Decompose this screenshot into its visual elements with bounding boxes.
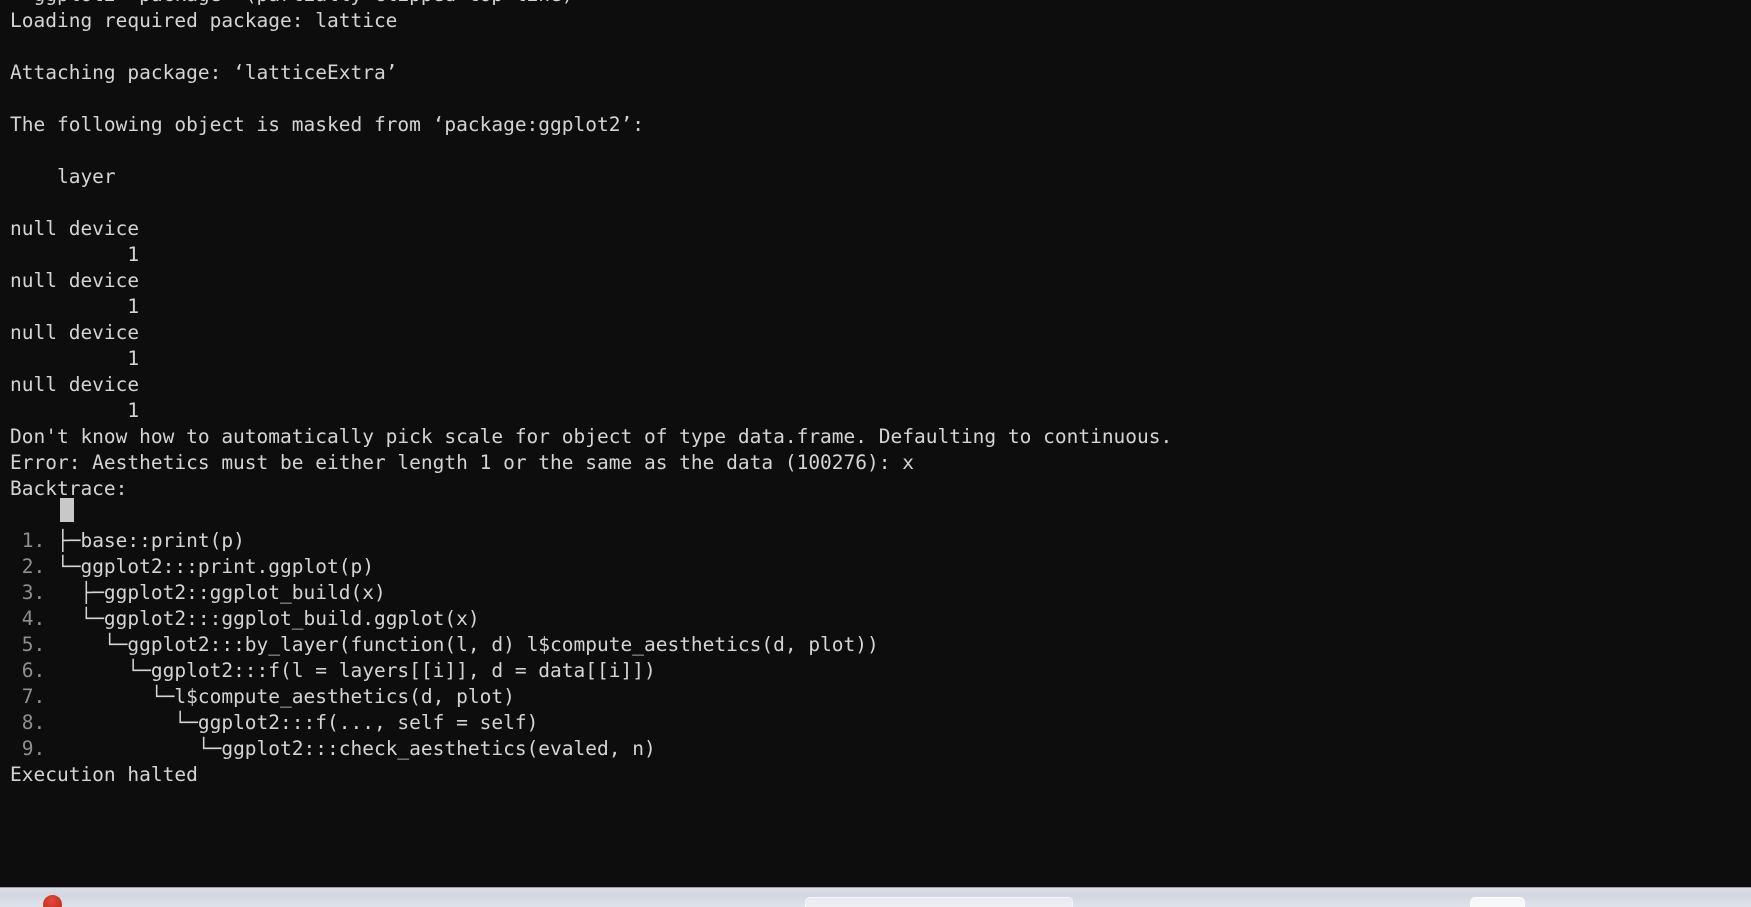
backtrace-call: └─ggplot2:::f(..., self = self) (56, 711, 539, 734)
backtrace-call: └─l$compute_aesthetics(d, plot) (56, 685, 515, 708)
terminal-output: ggplot2 package (partially clipped top l… (0, 0, 1751, 788)
backtrace-call: └─ggplot2:::check_aesthetics(evaled, n) (56, 737, 656, 760)
terminal-window[interactable]: ggplot2 package (partially clipped top l… (0, 0, 1751, 887)
backtrace-row: 5. └─ggplot2:::by_layer(function(l, d) l… (10, 632, 1751, 658)
backtrace-row: 7. └─l$compute_aesthetics(d, plot) (10, 684, 1751, 710)
backtrace-row: 1. ├─base::print(p) (10, 528, 1751, 554)
backtrace-row: 2. └─ggplot2:::print.ggplot(p) (10, 554, 1751, 580)
terminal-line: Attaching package: ‘latticeExtra’ (10, 61, 398, 84)
backtrace-index: 6. (10, 659, 57, 682)
backtrace-index: 7. (10, 685, 57, 708)
taskbar-sheen (0, 888, 1751, 896)
backtrace-index: 8. (10, 711, 57, 734)
terminal-line: Loading required package: lattice (10, 9, 398, 32)
terminal-line: layer (10, 165, 116, 188)
backtrace-call: ├─ggplot2::ggplot_build(x) (56, 581, 386, 604)
terminal-line: 1 (10, 243, 140, 266)
backtrace-call: ├─base::print(p) (56, 529, 245, 552)
backtrace-row: 3. ├─ggplot2::ggplot_build(x) (10, 580, 1751, 606)
backtrace-row: 6. └─ggplot2:::f(l = layers[[i]], d = da… (10, 658, 1751, 684)
backtrace-index: 5. (10, 633, 57, 656)
backtrace-row: 8. └─ggplot2:::f(..., self = self) (10, 710, 1751, 736)
terminal-line: null device (10, 269, 140, 292)
backtrace-index: 9. (10, 737, 57, 760)
backtrace-index: 1. (10, 529, 57, 552)
terminal-backtrace-header: Backtrace: (10, 477, 128, 500)
terminal-line: 1 (10, 295, 140, 318)
taskbar-window-panel-center[interactable] (805, 897, 1073, 907)
taskbar[interactable] (0, 887, 1751, 907)
terminal-line: 1 (10, 399, 140, 422)
backtrace-row: 9. └─ggplot2:::check_aesthetics(evaled, … (10, 736, 1751, 762)
backtrace-call: └─ggplot2:::f(l = layers[[i]], d = data[… (56, 659, 656, 682)
terminal-line: null device (10, 217, 140, 240)
backtrace-row: 4. └─ggplot2:::ggplot_build.ggplot(x) (10, 606, 1751, 632)
backtrace-index: 2. (10, 555, 57, 578)
terminal-line: ggplot2 package (partially clipped top l… (10, 0, 1751, 8)
terminal-error-line: Error: Aesthetics must be either length … (10, 451, 914, 474)
terminal-execution-halted: Execution halted (10, 763, 198, 786)
terminal-cursor (60, 498, 74, 522)
taskbar-window-panel-right[interactable] (1470, 897, 1525, 907)
terminal-line: null device (10, 321, 140, 344)
terminal-line: 1 (10, 347, 140, 370)
terminal-warning-line: Don't know how to automatically pick sca… (10, 425, 1173, 448)
backtrace-call: └─ggplot2:::print.ggplot(p) (56, 555, 374, 578)
backtrace-index: 3. (10, 581, 57, 604)
terminal-line: The following object is masked from ‘pac… (10, 113, 644, 136)
red-app-icon[interactable] (43, 895, 62, 907)
backtrace-index: 4. (10, 607, 57, 630)
backtrace-call: └─ggplot2:::ggplot_build.ggplot(x) (56, 607, 480, 630)
terminal-line: null device (10, 373, 140, 396)
backtrace-call: └─ggplot2:::by_layer(function(l, d) l$co… (56, 633, 879, 656)
